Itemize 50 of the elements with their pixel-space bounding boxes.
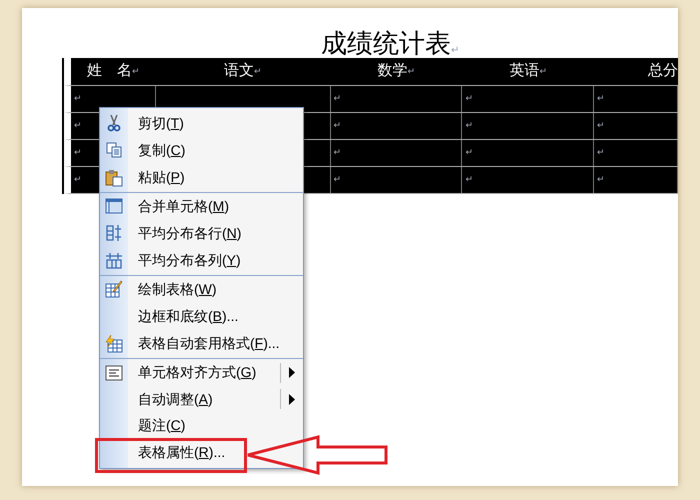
paragraph-mark: ↵: [74, 92, 82, 106]
menu-item[interactable]: 表格自动套用格式(F)...: [100, 330, 303, 360]
menu-item[interactable]: 平均分布各行(N): [100, 220, 303, 246]
column-header: 总分: [648, 61, 678, 82]
submenu-arrow-icon: [289, 394, 295, 405]
table-icon: [105, 197, 123, 216]
column-header: 姓 名: [86, 61, 132, 82]
document-title: 成绩统计表: [321, 28, 451, 58]
paragraph-mark: ↵: [334, 92, 342, 106]
menu-item[interactable]: 合并单元格(M): [100, 193, 303, 220]
menu-item[interactable]: 复制(C): [100, 136, 303, 164]
paragraph-mark: ↵: [74, 146, 82, 160]
paragraph-mark: ↵: [451, 44, 459, 58]
paragraph-mark: ↵: [465, 146, 474, 160]
submenu-arrow-icon: [289, 367, 295, 378]
menu-item[interactable]: 边框和底纹(B)...: [100, 302, 303, 330]
paragraph-mark: ↵: [407, 64, 416, 78]
paragraph-mark: ↵: [465, 92, 474, 106]
paragraph-mark: ↵: [132, 64, 140, 78]
paragraph-mark: ↵: [334, 146, 342, 160]
menu-item[interactable]: 粘贴(P): [100, 163, 303, 194]
paragraph-mark: ↵: [597, 146, 606, 160]
paragraph-mark: ↵: [597, 173, 606, 186]
menu-item[interactable]: 剪切(T): [100, 110, 303, 137]
paragraph-mark: ↵: [539, 64, 548, 78]
paragraph-mark: ↵: [334, 173, 342, 186]
autoformat-icon: [105, 334, 123, 353]
paragraph-mark: ↵: [334, 119, 342, 132]
copy-icon: [105, 141, 123, 160]
distribute-rows-icon: [105, 224, 123, 242]
paste-icon: [105, 168, 123, 187]
column-header: 语文: [224, 61, 254, 82]
paragraph-mark: ↵: [74, 119, 82, 132]
menu-item[interactable]: 题注(C): [100, 412, 303, 440]
column-header: 英语: [509, 61, 540, 82]
paragraph-mark: ↵: [465, 119, 474, 132]
scissors-icon: [105, 114, 123, 132]
distribute-columns-icon: [105, 252, 123, 270]
paragraph-mark: ↵: [597, 119, 606, 132]
cell-alignment-icon: [105, 364, 123, 382]
draw-table-icon: [105, 280, 123, 298]
paragraph-mark: ↵: [254, 64, 262, 78]
menu-item[interactable]: 平均分布各列(Y): [100, 246, 303, 276]
paragraph-mark: ↵: [74, 173, 82, 186]
paragraph-mark: ↵: [597, 92, 606, 106]
column-header: 数学: [377, 61, 408, 82]
menu-item[interactable]: 单元格对齐方式(G): [100, 359, 303, 386]
menu-item[interactable]: 自动调整(A): [100, 386, 303, 413]
menu-item[interactable]: 绘制表格(W): [100, 276, 303, 303]
paragraph-mark: ↵: [465, 173, 474, 186]
